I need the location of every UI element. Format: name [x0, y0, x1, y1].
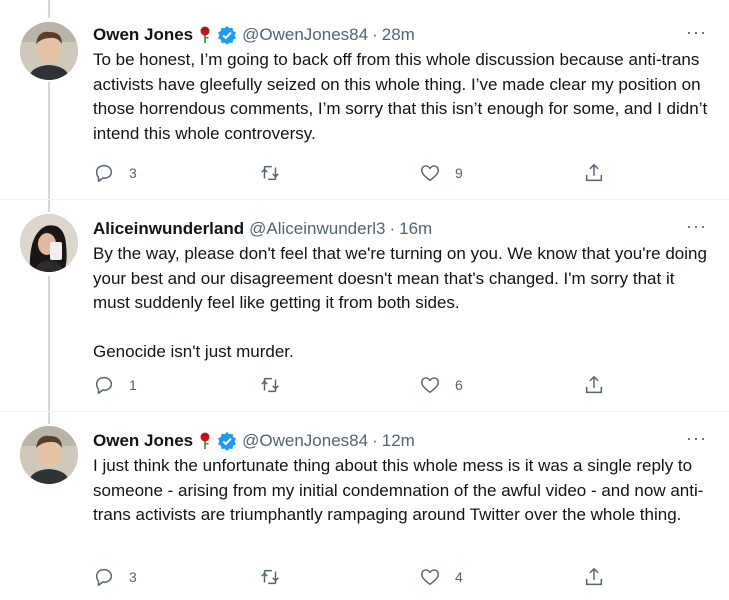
reply-button[interactable]: 3 [93, 566, 137, 588]
like-count: 9 [455, 165, 463, 181]
avatar[interactable] [20, 426, 78, 484]
tweet-paragraph: I just think the unfortunate thing about… [93, 456, 704, 524]
avatar[interactable] [20, 214, 78, 272]
share-icon [585, 163, 603, 182]
separator-dot: · [372, 431, 378, 450]
retweet-icon [261, 569, 279, 585]
tweet-divider [0, 199, 729, 200]
rose-icon [198, 26, 212, 44]
like-count: 6 [455, 377, 463, 393]
handle[interactable]: @OwenJones84 [242, 25, 368, 45]
tweet-actions: 3 9 [93, 162, 623, 186]
heart-icon [421, 165, 439, 182]
more-options-icon[interactable]: ··· [686, 22, 707, 43]
display-name[interactable]: Owen Jones [93, 25, 193, 45]
tweet-text: To be honest, I’m going to back off from… [93, 48, 713, 146]
like-count: 4 [455, 569, 463, 585]
timestamp[interactable]: 28m [382, 25, 415, 45]
reply-count: 3 [129, 569, 137, 585]
tweet-text: By the way, please don't feel that we're… [93, 242, 713, 365]
verified-badge-icon [217, 25, 237, 45]
retweet-button[interactable] [259, 566, 295, 588]
tweet-header: Owen Jones @OwenJones84 · 28m [93, 22, 709, 48]
tweet-header: Owen Jones @OwenJones84 · 12m [93, 428, 709, 454]
share-icon [585, 375, 603, 394]
reply-count: 1 [129, 377, 137, 393]
like-button[interactable]: 4 [419, 566, 463, 588]
retweet-icon [261, 165, 279, 181]
reply-button[interactable]: 1 [93, 374, 137, 396]
more-options-icon[interactable]: ··· [686, 216, 707, 237]
share-button[interactable] [583, 374, 605, 396]
more-options-icon[interactable]: ··· [686, 428, 707, 449]
like-button[interactable]: 9 [419, 162, 463, 184]
tweet-paragraph: Genocide isn't just murder. [93, 342, 294, 361]
tweet-text: I just think the unfortunate thing about… [93, 454, 713, 528]
reply-icon [95, 376, 113, 394]
heart-icon [421, 377, 439, 394]
tweet-header: Aliceinwunderland @Aliceinwunderl3 · 16m [93, 216, 709, 242]
retweet-icon [261, 377, 279, 393]
retweet-button[interactable] [259, 374, 295, 396]
tweet-paragraph: By the way, please don't feel that we're… [93, 244, 707, 312]
retweet-button[interactable] [259, 162, 295, 184]
rose-icon [198, 432, 212, 450]
reply-icon [95, 164, 113, 182]
separator-dot: · [372, 25, 378, 44]
tweet[interactable]: Owen Jones @OwenJones84 · 12m ··· I just… [0, 424, 729, 600]
tweet-divider [0, 411, 729, 412]
tweet[interactable]: Aliceinwunderland @Aliceinwunderl3 · 16m… [0, 212, 729, 412]
timestamp[interactable]: 16m [399, 219, 432, 239]
tweet-actions: 1 6 [93, 374, 623, 398]
tweet[interactable]: Owen Jones @OwenJones84 · 28m ··· To be … [0, 18, 729, 196]
tweet-actions: 3 4 [93, 566, 623, 590]
share-icon [585, 567, 603, 586]
like-button[interactable]: 6 [419, 374, 463, 396]
share-button[interactable] [583, 162, 605, 184]
reply-count: 3 [129, 165, 137, 181]
tweet-paragraph: To be honest, I’m going to back off from… [93, 50, 708, 143]
timestamp[interactable]: 12m [382, 431, 415, 451]
separator-dot: · [389, 219, 396, 238]
handle[interactable]: @Aliceinwunderl3 [249, 219, 385, 239]
heart-icon [421, 569, 439, 586]
thread-line-top [48, 0, 50, 18]
reply-icon [95, 568, 113, 586]
verified-badge-icon [217, 431, 237, 451]
reply-button[interactable]: 3 [93, 162, 137, 184]
avatar[interactable] [20, 22, 78, 80]
share-button[interactable] [583, 566, 605, 588]
handle[interactable]: @OwenJones84 [242, 431, 368, 451]
display-name[interactable]: Owen Jones [93, 431, 193, 451]
display-name[interactable]: Aliceinwunderland [93, 219, 244, 239]
